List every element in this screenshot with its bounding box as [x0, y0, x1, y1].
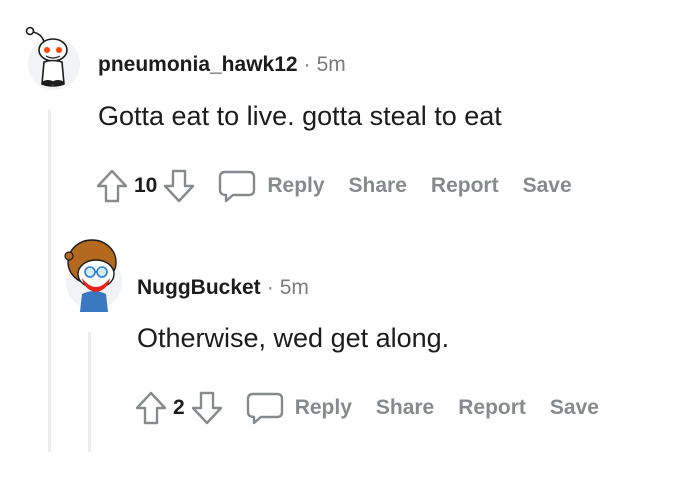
downvote-arrow-icon[interactable] — [189, 390, 225, 426]
speech-bubble-icon — [217, 168, 257, 204]
share-button[interactable]: Share — [349, 174, 407, 198]
avatar[interactable] — [20, 26, 82, 90]
upvote-arrow-icon[interactable] — [94, 168, 130, 204]
save-button[interactable]: Save — [523, 174, 572, 198]
vote-count: 2 — [173, 396, 185, 419]
reply-label: Reply — [294, 396, 352, 419]
meta-separator: · — [266, 276, 274, 299]
username[interactable]: pneumonia_hawk12 — [98, 53, 298, 77]
report-button[interactable]: Report — [431, 174, 499, 198]
downvote-arrow-icon[interactable] — [161, 168, 197, 204]
upvote-arrow-icon[interactable] — [133, 390, 169, 426]
comment-actions: 10 Reply Share Report Save — [94, 166, 572, 206]
report-button[interactable]: Report — [458, 396, 526, 420]
share-label: Share — [375, 396, 435, 419]
avatar[interactable] — [62, 236, 124, 312]
save-button[interactable]: Save — [550, 396, 599, 420]
save-label: Save — [522, 174, 572, 197]
comment-actions: 2 Reply Share Report Save — [133, 388, 599, 428]
reply-button[interactable]: Reply — [245, 390, 352, 426]
reply-button[interactable]: Reply — [217, 168, 325, 204]
comment-meta: pneumonia_hawk12 · 5m — [98, 53, 346, 77]
thread-line-inner[interactable] — [88, 332, 91, 452]
timestamp[interactable]: 5m — [317, 53, 346, 77]
save-label: Save — [549, 396, 599, 419]
comment-body: Gotta eat to live. gotta steal to eat — [98, 101, 502, 131]
vote-count: 10 — [134, 174, 158, 197]
report-label: Report — [458, 396, 526, 419]
share-label: Share — [348, 174, 407, 197]
report-label: Report — [430, 174, 499, 197]
comment-meta: NuggBucket · 5m — [137, 276, 309, 300]
reply-label: Reply — [267, 174, 325, 197]
reddit-redhead-avatar-icon — [64, 239, 122, 312]
reddit-snoo-avatar-icon — [25, 26, 80, 90]
meta-separator: · — [303, 53, 311, 76]
thread-line-outer[interactable] — [48, 110, 51, 452]
comment-body: Otherwise, wed get along. — [137, 323, 450, 353]
speech-bubble-icon — [245, 390, 285, 426]
share-button[interactable]: Share — [376, 396, 434, 420]
username[interactable]: NuggBucket — [137, 276, 261, 300]
timestamp[interactable]: 5m — [280, 276, 309, 300]
